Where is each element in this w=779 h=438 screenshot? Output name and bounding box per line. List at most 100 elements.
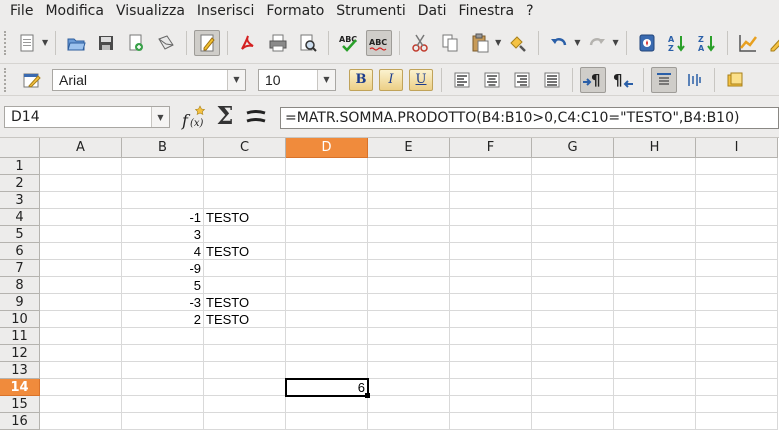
cell-c8[interactable]: [204, 277, 286, 294]
email-button[interactable]: [153, 30, 179, 56]
menu-item-formato[interactable]: Formato: [260, 3, 330, 19]
column-header-f[interactable]: F: [450, 138, 532, 158]
align-right-button[interactable]: [509, 67, 535, 93]
cell-b9[interactable]: -3: [122, 294, 204, 311]
cell-i7[interactable]: [696, 260, 778, 277]
cell-f14[interactable]: [450, 379, 532, 396]
cell-c13[interactable]: [204, 362, 286, 379]
cell-i11[interactable]: [696, 328, 778, 345]
cell-e11[interactable]: [368, 328, 450, 345]
cell-b8[interactable]: 5: [122, 277, 204, 294]
cell-i1[interactable]: [696, 158, 778, 175]
cell-d12[interactable]: [286, 345, 368, 362]
row-header-12[interactable]: 12: [0, 345, 40, 362]
cell-d10[interactable]: [286, 311, 368, 328]
cell-a14[interactable]: [40, 379, 122, 396]
cell-c14[interactable]: [204, 379, 286, 396]
navigator-button[interactable]: [634, 30, 660, 56]
cell-g7[interactable]: [532, 260, 614, 277]
sort-ascending-button[interactable]: AZ: [664, 30, 690, 56]
styles-button[interactable]: [18, 67, 44, 93]
column-header-d[interactable]: D: [286, 138, 368, 158]
select-all-corner[interactable]: [0, 138, 40, 158]
spreadsheet-grid[interactable]: A B C D E F G H I 1 2 3 4 -1 TESTO 5 3 6 4 TESTO 7 -9 8 5 9 -3 TES…: [0, 138, 779, 438]
cell-b7[interactable]: -9: [122, 260, 204, 277]
cell-e8[interactable]: [368, 277, 450, 294]
row-header-3[interactable]: 3: [0, 192, 40, 209]
cell-c5[interactable]: [204, 226, 286, 243]
chevron-down-icon[interactable]: ▼: [227, 69, 245, 90]
cell-d13[interactable]: [286, 362, 368, 379]
cell-b11[interactable]: [122, 328, 204, 345]
cell-f2[interactable]: [450, 175, 532, 192]
cell-f3[interactable]: [450, 192, 532, 209]
cell-g11[interactable]: [532, 328, 614, 345]
cell-b15[interactable]: [122, 396, 204, 413]
row-header-9[interactable]: 9: [0, 294, 40, 311]
column-header-c[interactable]: C: [204, 138, 286, 158]
cell-c1[interactable]: [204, 158, 286, 175]
cell-b2[interactable]: [122, 175, 204, 192]
cell-g4[interactable]: [532, 209, 614, 226]
cell-i15[interactable]: [696, 396, 778, 413]
cell-h14[interactable]: [614, 379, 696, 396]
cell-g16[interactable]: [532, 413, 614, 430]
toolbar-grip[interactable]: [4, 67, 10, 92]
cell-h8[interactable]: [614, 277, 696, 294]
clone-formatting-button[interactable]: [505, 30, 531, 56]
cell-c15[interactable]: [204, 396, 286, 413]
cell-h13[interactable]: [614, 362, 696, 379]
cell-a1[interactable]: [40, 158, 122, 175]
cell-f10[interactable]: [450, 311, 532, 328]
cell-g13[interactable]: [532, 362, 614, 379]
cell-d5[interactable]: [286, 226, 368, 243]
redo-dropdown[interactable]: ▼: [612, 30, 618, 56]
cell-b4[interactable]: -1: [122, 209, 204, 226]
chart-button[interactable]: [735, 30, 761, 56]
cell-f5[interactable]: [450, 226, 532, 243]
undo-dropdown[interactable]: ▼: [574, 30, 580, 56]
row-header-7[interactable]: 7: [0, 260, 40, 277]
row-header-11[interactable]: 11: [0, 328, 40, 345]
cell-a8[interactable]: [40, 277, 122, 294]
cell-c6[interactable]: TESTO: [204, 243, 286, 260]
cell-e12[interactable]: [368, 345, 450, 362]
cell-b1[interactable]: [122, 158, 204, 175]
cell-d8[interactable]: [286, 277, 368, 294]
row-header-2[interactable]: 2: [0, 175, 40, 192]
cell-e9[interactable]: [368, 294, 450, 311]
menu-item-finestra[interactable]: Finestra: [453, 3, 521, 19]
cell-e2[interactable]: [368, 175, 450, 192]
justify-button[interactable]: [539, 67, 565, 93]
cell-a10[interactable]: [40, 311, 122, 328]
cell-d6[interactable]: [286, 243, 368, 260]
cell-i14[interactable]: [696, 379, 778, 396]
cell-h6[interactable]: [614, 243, 696, 260]
cell-h5[interactable]: [614, 226, 696, 243]
chevron-down-icon[interactable]: ▼: [151, 107, 169, 127]
cell-h7[interactable]: [614, 260, 696, 277]
cell-i16[interactable]: [696, 413, 778, 430]
cell-e16[interactable]: [368, 413, 450, 430]
cell-f9[interactable]: [450, 294, 532, 311]
cell-d15[interactable]: [286, 396, 368, 413]
row-header-5[interactable]: 5: [0, 226, 40, 243]
cell-f6[interactable]: [450, 243, 532, 260]
sum-icon[interactable]: Σ: [214, 102, 236, 130]
cell-h11[interactable]: [614, 328, 696, 345]
cell-d3[interactable]: [286, 192, 368, 209]
cell-b14[interactable]: [122, 379, 204, 396]
edit-mode-button[interactable]: [194, 29, 221, 56]
cell-c7[interactable]: [204, 260, 286, 277]
cell-h1[interactable]: [614, 158, 696, 175]
cell-a16[interactable]: [40, 413, 122, 430]
cell-g14[interactable]: [532, 379, 614, 396]
cell-d9[interactable]: [286, 294, 368, 311]
print-button[interactable]: [265, 30, 291, 56]
cell-g12[interactable]: [532, 345, 614, 362]
undo-button[interactable]: [546, 30, 572, 56]
align-left-button[interactable]: [449, 67, 475, 93]
cell-e3[interactable]: [368, 192, 450, 209]
row-header-10[interactable]: 10: [0, 311, 40, 328]
cell-b3[interactable]: [122, 192, 204, 209]
